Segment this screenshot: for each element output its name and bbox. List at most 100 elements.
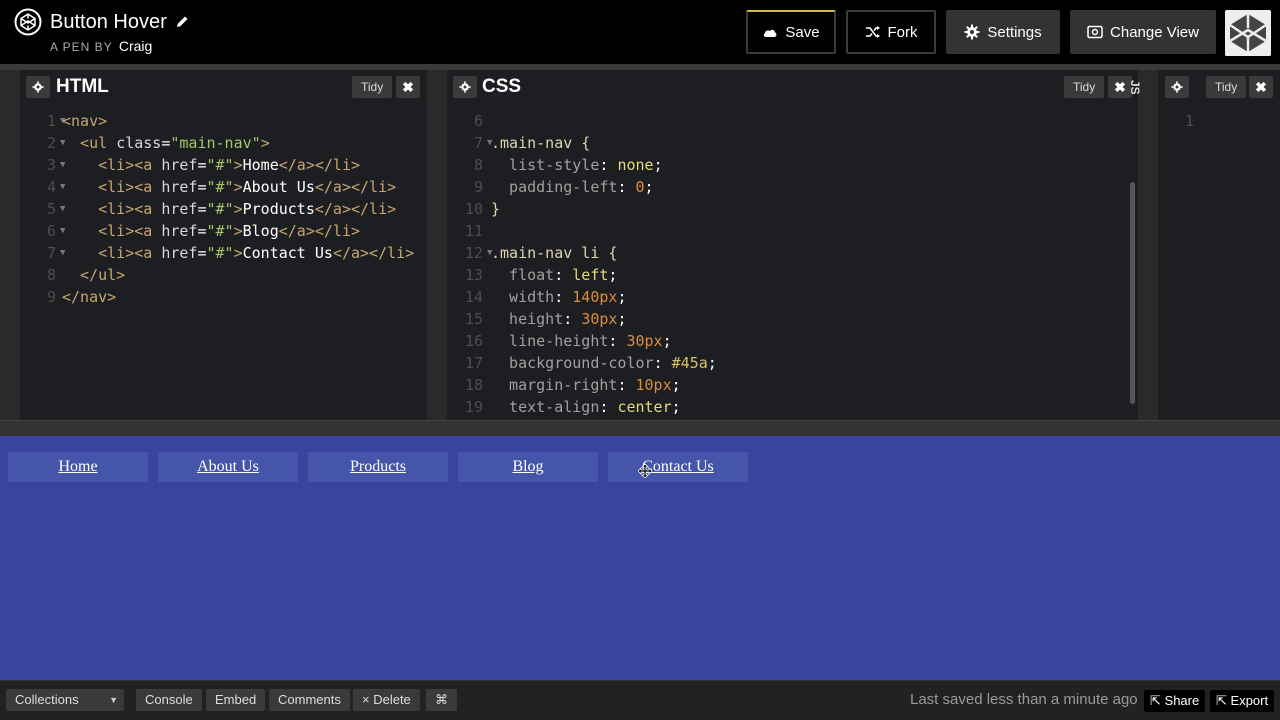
code-text: <li><a href="#">About Us</a></li> (62, 178, 397, 196)
line-number: 12 (464, 244, 483, 262)
gear-icon (1171, 81, 1183, 93)
fork-icon (865, 26, 880, 38)
code-line[interactable]: 8 </ul> (20, 264, 427, 286)
embed-button[interactable]: Embed (206, 689, 266, 711)
nav-link-contact-us[interactable]: Contact Us (642, 458, 714, 475)
codepen-logo-icon[interactable] (14, 8, 42, 36)
line-number: 4 (46, 178, 56, 196)
nav-item-home[interactable]: Home (8, 452, 148, 482)
js-close-button[interactable]: ✖ (1249, 76, 1273, 98)
comments-button[interactable]: Comments (269, 689, 350, 711)
nav-item-blog[interactable]: Blog (458, 452, 598, 482)
code-line[interactable]: 3 ▼ <li><a href="#">Home</a></li> (20, 154, 427, 176)
code-line[interactable]: 9 </nav> (20, 286, 427, 308)
code-text: float: left; (491, 266, 618, 284)
code-line[interactable]: 1 (1158, 110, 1280, 132)
pencil-icon[interactable] (175, 15, 189, 29)
code-line[interactable]: 14 width: 140px; (447, 286, 1138, 308)
line-number: 18 (464, 376, 483, 394)
css-code-editor[interactable]: 6 7 ▼ .main-nav {8 list-style: none; 9 paddi… (447, 110, 1138, 420)
code-text: line-height: 30px; (491, 332, 672, 350)
js-editor-pane: Tidy ✖ 1 (1158, 70, 1280, 420)
code-text: text-align: center; (491, 398, 681, 416)
css-scrollbar[interactable] (1130, 182, 1135, 404)
footer: Collections ▼ Console Embed Comments × D… (0, 680, 1280, 720)
nav-link-blog[interactable]: Blog (512, 458, 543, 475)
code-line[interactable]: 11 (447, 220, 1138, 242)
author-link[interactable]: Craig (119, 38, 152, 54)
preview-resize-handle[interactable] (0, 420, 1280, 436)
keyboard-shortcuts-button[interactable]: ⌘ (426, 689, 457, 711)
share-button[interactable]: ⇱ Share (1144, 690, 1206, 712)
css-editor-pane: CSS Tidy ✖ 6 7 ▼ .main-nav {8 list-style: n… (447, 70, 1138, 420)
code-text: <li><a href="#">Products</a></li> (62, 200, 397, 218)
code-line[interactable]: 2 ▼ <ul class="main-nav"> (20, 132, 427, 154)
code-line[interactable]: 13 float: left; (447, 264, 1138, 286)
code-line[interactable]: 8 list-style: none; (447, 154, 1138, 176)
code-text: list-style: none; (491, 156, 663, 174)
caret-down-icon: ▼ (109, 695, 118, 705)
share-label: Share (1164, 693, 1200, 708)
gear-icon (964, 24, 980, 40)
nav-item-products[interactable]: Products (308, 452, 448, 482)
js-tidy-button[interactable]: Tidy (1206, 76, 1247, 98)
pen-title[interactable]: Button Hover (50, 10, 167, 34)
code-text: .main-nav { (491, 134, 591, 152)
code-text: .main-nav li { (491, 244, 618, 262)
nav-item-contact-us[interactable]: Contact Us (608, 452, 748, 482)
nav-link-products[interactable]: Products (350, 458, 406, 475)
nav-link-home[interactable]: Home (58, 458, 97, 475)
avatar[interactable] (1225, 10, 1271, 56)
code-line[interactable]: 1 ▼ <nav> (20, 110, 427, 132)
code-line[interactable]: 12 ▼ .main-nav li { (447, 242, 1138, 264)
byline: A PEN BY Craig (50, 38, 152, 54)
js-pane-collapsed-label[interactable]: JS (1128, 80, 1142, 95)
html-code-editor[interactable]: 1 ▼ <nav> 2 ▼ <ul class="main-nav"> 3 ▼ <li><a… (20, 110, 427, 420)
save-button[interactable]: Save (746, 10, 836, 54)
nav-link-about-us[interactable]: About Us (197, 458, 259, 475)
code-line[interactable]: 7 ▼ <li><a href="#">Contact Us</a></li> (20, 242, 427, 264)
editor-area: HTML Tidy ✖ 1 ▼ <nav> 2 ▼ <ul class="main-na… (0, 64, 1280, 420)
fork-button[interactable]: Fork (846, 10, 936, 54)
line-number: 9 (46, 288, 56, 306)
header: Button Hover A PEN BY Craig Save Fork Se… (0, 0, 1280, 64)
code-line[interactable]: 10} (447, 198, 1138, 220)
code-line[interactable]: 5 ▼ <li><a href="#">Products</a></li> (20, 198, 427, 220)
export-button[interactable]: ⇱ Export (1210, 690, 1275, 712)
code-text: background-color: #45a; (491, 354, 717, 372)
code-text: height: 30px; (491, 310, 627, 328)
code-line[interactable]: 15 height: 30px; (447, 308, 1138, 330)
html-tidy-button[interactable]: Tidy (352, 76, 393, 98)
code-line[interactable]: 19 text-align: center; (447, 396, 1138, 418)
css-settings-button[interactable] (453, 76, 477, 98)
change-view-button[interactable]: Change View (1070, 10, 1216, 54)
code-text: </ul> (62, 266, 126, 284)
html-close-button[interactable]: ✖ (396, 76, 420, 98)
js-settings-button[interactable] (1165, 76, 1189, 98)
code-text: width: 140px; (491, 288, 627, 306)
css-pane-title: CSS (482, 76, 522, 97)
collections-dropdown[interactable]: Collections ▼ (6, 689, 124, 711)
html-pane-header: HTML Tidy ✖ (20, 70, 427, 104)
delete-button[interactable]: × Delete (353, 689, 420, 711)
code-line[interactable]: 9 padding-left: 0; (447, 176, 1138, 198)
code-text: <li><a href="#">Home</a></li> (62, 156, 361, 174)
code-line[interactable]: 16 line-height: 30px; (447, 330, 1138, 352)
code-line[interactable]: 6 ▼ <li><a href="#">Blog</a></li> (20, 220, 427, 242)
js-code-editor[interactable]: 1 (1158, 110, 1280, 420)
line-number: 10 (464, 200, 483, 218)
js-pane-header: Tidy ✖ (1158, 70, 1280, 104)
console-button[interactable]: Console (136, 689, 202, 711)
html-settings-button[interactable] (26, 76, 50, 98)
code-line[interactable]: 18 margin-right: 10px; (447, 374, 1138, 396)
byline-prefix: A PEN BY (50, 40, 113, 54)
css-tidy-button[interactable]: Tidy (1064, 76, 1105, 98)
settings-button[interactable]: Settings (946, 10, 1060, 54)
code-line[interactable]: 4 ▼ <li><a href="#">About Us</a></li> (20, 176, 427, 198)
nav-item-about-us[interactable]: About Us (158, 452, 298, 482)
code-text: <li><a href="#">Blog</a></li> (62, 222, 361, 240)
code-line[interactable]: 6 (447, 110, 1138, 132)
code-text: </nav> (62, 288, 117, 306)
code-line[interactable]: 17 background-color: #45a; (447, 352, 1138, 374)
code-line[interactable]: 7 ▼ .main-nav { (447, 132, 1138, 154)
